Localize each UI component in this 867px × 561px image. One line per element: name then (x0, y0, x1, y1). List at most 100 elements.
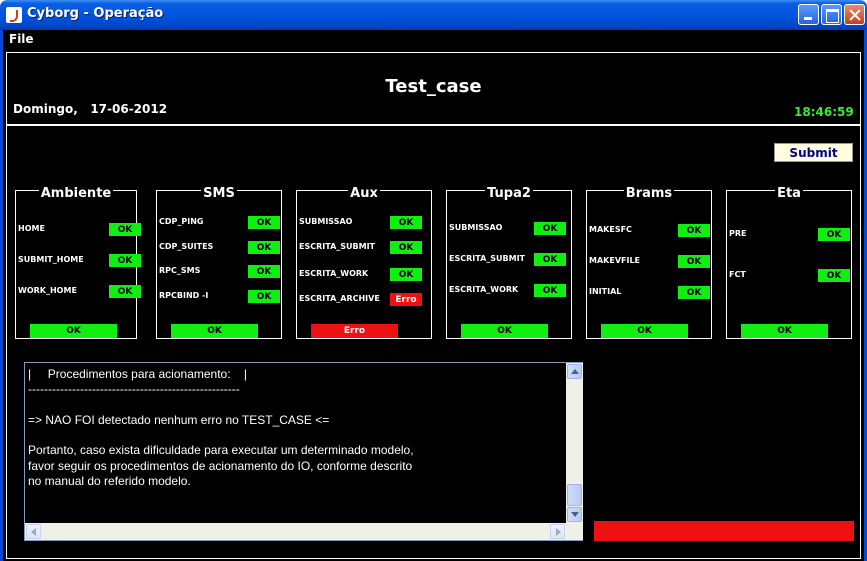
panel-title: Tupa2 (447, 182, 571, 201)
check-label: SUBMISSAO (449, 223, 503, 232)
check-label: CDP_SUITES (159, 242, 214, 251)
panel-overall-status: OK (741, 324, 828, 338)
maximize-button[interactable] (821, 4, 842, 25)
check-row: CDP_SUITES OK (159, 241, 281, 255)
status-indicator: Erro (390, 293, 422, 306)
java-app-icon (6, 7, 22, 23)
panel-title-text: Brams (623, 186, 675, 201)
status-indicator: OK (534, 222, 566, 235)
panel-title-text: Eta (775, 186, 803, 201)
check-row: SUBMISSAO OK (299, 216, 431, 230)
panel-title: Brams (587, 182, 711, 201)
check-row: ESCRITA_SUBMIT OK (449, 253, 571, 267)
panel-sms: SMS CDP_PING OK CDP_SUITES OK RPC_SMS OK RPCBIN… (156, 186, 282, 339)
panel-title-text: Ambiente (38, 186, 114, 201)
menu-bar: File (3, 30, 864, 50)
check-row: ESCRITA_WORK OK (449, 284, 571, 298)
panel-overall-status: OK (30, 324, 117, 338)
panel-title: Eta (727, 182, 851, 201)
panel-overall-status: OK (461, 324, 548, 338)
status-indicator: OK (248, 241, 280, 254)
check-label: HOME (18, 224, 45, 233)
clock: 18:46:59 (794, 105, 854, 119)
check-label: ESCRITA_WORK (299, 269, 369, 278)
check-row: PRE OK (729, 228, 851, 242)
status-indicator: OK (109, 223, 141, 236)
check-label: WORK_HOME (18, 286, 77, 295)
panel-aux: Aux SUBMISSAO OK ESCRITA_SUBMIT OK ESCRITA_WO… (296, 186, 432, 339)
status-indicator: OK (678, 286, 710, 299)
check-row: ESCRITA_ARCHIVE Erro (299, 293, 431, 307)
check-row: ESCRITA_SUBMIT OK (299, 241, 431, 255)
check-row: ESCRITA_WORK OK (299, 268, 431, 282)
check-row: SUBMISSAO OK (449, 222, 571, 236)
minimize-button[interactable] (798, 4, 819, 25)
panel-title: Aux (297, 182, 431, 201)
scroll-up-button[interactable] (567, 364, 582, 379)
panel-overall-status: OK (601, 324, 688, 338)
check-label: INITIAL (589, 287, 622, 296)
panel-overall-status: Erro (311, 324, 398, 338)
title-bar[interactable]: Cyborg - Operação (0, 0, 867, 30)
check-label: MAKEVFILE (589, 256, 641, 265)
menu-file[interactable]: File (9, 32, 34, 46)
status-indicator: OK (248, 216, 280, 229)
status-indicator: OK (534, 284, 566, 297)
log-text[interactable]: | Procedimentos para acionamento: | ----… (28, 367, 566, 522)
day-label: Domingo, (13, 102, 78, 116)
check-row: RPC_SMS OK (159, 265, 281, 279)
check-label: PRE (729, 229, 747, 238)
check-row: SUBMIT_HOME OK (18, 254, 141, 268)
check-label: RPCBIND -I (159, 291, 209, 300)
window-title: Cyborg - Operação (27, 6, 164, 21)
panel-title-text: SMS (201, 186, 237, 201)
horizontal-scrollbar[interactable] (25, 523, 566, 540)
status-indicator: OK (818, 269, 850, 282)
check-row: CDP_PING OK (159, 216, 281, 230)
status-indicator: OK (109, 285, 141, 298)
scrollbar-corner (566, 523, 583, 540)
scroll-down-button[interactable] (567, 507, 582, 522)
check-label: SUBMISSAO (299, 217, 353, 226)
check-row: FCT OK (729, 269, 851, 283)
submit-button[interactable]: Submit (774, 143, 853, 162)
check-row: INITIAL OK (589, 286, 711, 300)
check-label: FCT (729, 270, 746, 279)
check-label: ESCRITA_SUBMIT (299, 242, 376, 251)
check-row: HOME OK (18, 223, 141, 237)
scroll-right-button[interactable] (550, 524, 565, 539)
status-indicator: OK (678, 224, 710, 237)
check-label: ESCRITA_ARCHIVE (299, 294, 380, 303)
status-indicator: OK (390, 216, 422, 229)
status-indicator: OK (678, 255, 710, 268)
log-textarea[interactable]: | Procedimentos para acionamento: | ----… (24, 362, 583, 541)
panel-title-text: Tupa2 (485, 186, 533, 201)
status-indicator: OK (818, 228, 850, 241)
vertical-scrollbar[interactable] (566, 363, 583, 523)
header-separator (6, 124, 861, 126)
panel-title-text: Aux (348, 186, 380, 201)
panel-tupa2: Tupa2 SUBMISSAO OK ESCRITA_SUBMIT OK ESCRITA_… (446, 186, 572, 339)
close-button[interactable] (844, 4, 865, 25)
panel-eta: Eta PRE OK FCT OK OK (726, 186, 852, 339)
scroll-thumb[interactable] (567, 484, 582, 506)
status-indicator: OK (248, 290, 280, 303)
status-indicator: OK (534, 253, 566, 266)
panel-title: SMS (157, 182, 281, 201)
check-label: RPC_SMS (159, 266, 201, 275)
scroll-left-button[interactable] (26, 524, 41, 539)
check-label: ESCRITA_SUBMIT (449, 254, 526, 263)
panel-ambiente: Ambiente HOME OK SUBMIT_HOME OK WORK_HOME OK OK (15, 186, 141, 339)
check-row: RPCBIND -I OK (159, 290, 281, 304)
panel-brams: Brams MAKESFC OK MAKEVFILE OK INITIAL OK OK (586, 186, 712, 339)
panel-overall-status: OK (171, 324, 258, 338)
date-value: 17-06-2012 (90, 102, 168, 116)
check-row: MAKESFC OK (589, 224, 711, 238)
status-indicator: OK (390, 241, 422, 254)
status-error-bar (594, 521, 854, 541)
panel-title: Ambiente (16, 182, 136, 201)
check-row: WORK_HOME OK (18, 285, 141, 299)
status-indicator: OK (390, 268, 422, 281)
check-label: CDP_PING (159, 217, 204, 226)
check-label: SUBMIT_HOME (18, 255, 84, 264)
